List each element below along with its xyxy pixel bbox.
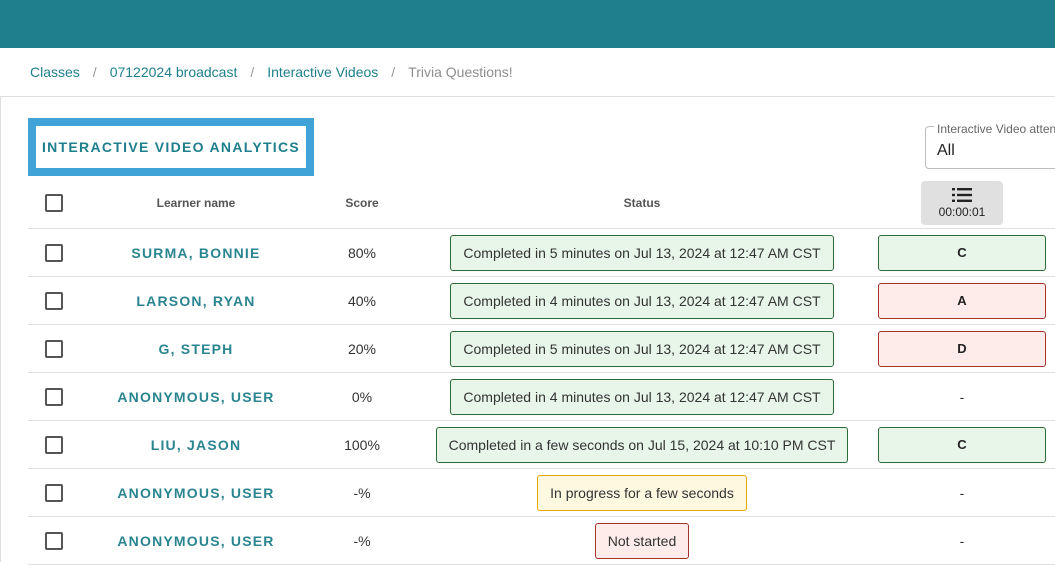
score-value: -% [353, 484, 371, 501]
status-badge: Not started [594, 522, 690, 559]
breadcrumb-separator: / [391, 64, 396, 80]
status-badge: In progress for a few seconds [537, 474, 747, 511]
question-time-button[interactable]: 00:00:01 [921, 181, 1003, 225]
score-value: 20% [347, 340, 377, 357]
table-header-row: Learner name Score Status 00:00:01 [28, 178, 1055, 229]
answer-cell: A [878, 282, 1046, 319]
status-badge: Completed in 5 minutes on Jul 13, 2024 a… [450, 234, 834, 271]
answer-cell: - [959, 484, 965, 501]
score-value: 80% [347, 244, 377, 261]
attempt-filter-select[interactable]: Interactive Video atten All [925, 123, 1055, 169]
row-checkbox[interactable] [45, 387, 63, 406]
learner-name-link[interactable]: SURMA, BONNIE [131, 245, 260, 261]
page-title: INTERACTIVE VIDEO ANALYTICS [41, 139, 301, 155]
row-checkbox[interactable] [45, 483, 63, 502]
row-checkbox[interactable] [45, 435, 63, 454]
answer-cell: C [878, 426, 1046, 463]
list-icon [952, 188, 972, 202]
breadcrumb-interactive-videos[interactable]: Interactive Videos [267, 64, 378, 80]
status-badge: Completed in a few seconds on Jul 15, 20… [435, 426, 849, 463]
header-learner-name: Learner name [156, 196, 236, 210]
learner-name-link[interactable]: ANONYMOUS, USER [117, 533, 274, 549]
row-checkbox[interactable] [45, 243, 63, 262]
table-row: ANONYMOUS, USER -% In progress for a few s… [28, 469, 1055, 517]
select-all-checkbox[interactable] [45, 194, 63, 212]
breadcrumb-class[interactable]: 07122024 broadcast [110, 64, 238, 80]
status-badge: Completed in 5 minutes on Jul 13, 2024 a… [450, 330, 834, 367]
breadcrumb-separator: / [92, 64, 97, 80]
attempt-filter-label: Interactive Video atten [934, 123, 1055, 135]
attempt-filter-value: All [937, 142, 955, 159]
row-checkbox[interactable] [45, 291, 63, 310]
content-left-border [0, 97, 1, 562]
table-row: LARSON, RYAN 40% Completed in 4 minutes on… [28, 277, 1055, 325]
status-badge: Completed in 4 minutes on Jul 13, 2024 a… [450, 282, 834, 319]
page-heading-box: INTERACTIVE VIDEO ANALYTICS [28, 118, 314, 176]
row-checkbox[interactable] [45, 531, 63, 550]
answer-cell: - [959, 388, 965, 405]
learner-name-link[interactable]: G, STEPH [159, 341, 234, 357]
row-checkbox[interactable] [45, 339, 63, 358]
score-value: 0% [351, 388, 373, 405]
answer-cell: - [959, 532, 965, 549]
learner-name-link[interactable]: LIU, JASON [151, 437, 242, 453]
learner-table: Learner name Score Status 00:00:01 SURMA… [28, 178, 1055, 565]
breadcrumb-separator: / [250, 64, 255, 80]
answer-cell: D [878, 330, 1046, 367]
score-value: 40% [347, 292, 377, 309]
table-row: G, STEPH 20% Completed in 5 minutes on Jul… [28, 325, 1055, 373]
learner-name-link[interactable]: LARSON, RYAN [136, 293, 255, 309]
question-timestamp: 00:00:01 [938, 205, 986, 219]
breadcrumb-current: Trivia Questions! [408, 64, 513, 80]
table-row: ANONYMOUS, USER -% Not started - [28, 517, 1055, 565]
score-value: -% [353, 532, 371, 549]
table-row: ANONYMOUS, USER 0% Completed in 4 minutes … [28, 373, 1055, 421]
score-value: 100% [344, 436, 380, 453]
status-badge: Completed in 4 minutes on Jul 13, 2024 a… [450, 378, 834, 415]
header-status: Status [623, 196, 661, 210]
breadcrumb: Classes / 07122024 broadcast / Interacti… [0, 48, 1055, 97]
learner-name-link[interactable]: ANONYMOUS, USER [117, 485, 274, 501]
breadcrumb-classes[interactable]: Classes [30, 64, 80, 80]
top-app-bar [0, 0, 1055, 48]
table-row: LIU, JASON 100% Completed in a few seconds… [28, 421, 1055, 469]
header-score: Score [345, 196, 379, 210]
learner-name-link[interactable]: ANONYMOUS, USER [117, 389, 274, 405]
answer-cell: C [878, 234, 1046, 271]
table-row: SURMA, BONNIE 80% Completed in 5 minutes o… [28, 229, 1055, 277]
